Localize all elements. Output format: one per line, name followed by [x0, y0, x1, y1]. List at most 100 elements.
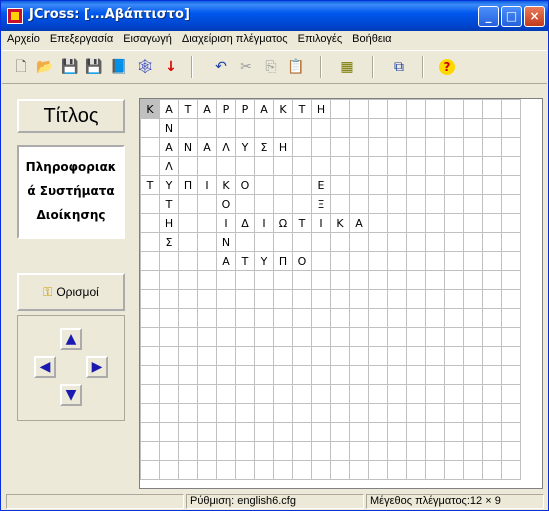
- grid-cell[interactable]: [216, 441, 236, 461]
- grid-cell[interactable]: [178, 308, 198, 328]
- grid-cell[interactable]: [387, 118, 407, 138]
- grid-cell[interactable]: [349, 403, 369, 423]
- grid-cell[interactable]: [463, 422, 483, 442]
- grid-cell[interactable]: [235, 365, 255, 385]
- grid-cell[interactable]: [197, 403, 217, 423]
- grid-cell[interactable]: [330, 156, 350, 176]
- grid-cell[interactable]: Δ: [235, 213, 255, 233]
- grid-cell[interactable]: [178, 327, 198, 347]
- grid-cell[interactable]: [444, 384, 464, 404]
- grid-cell[interactable]: [330, 327, 350, 347]
- grid-cell[interactable]: [273, 403, 293, 423]
- definitions-button[interactable]: ⚿ Ορισμοί: [17, 273, 125, 311]
- grid-cell[interactable]: [140, 232, 160, 252]
- grid-cell[interactable]: [463, 156, 483, 176]
- grid-cell[interactable]: [140, 327, 160, 347]
- grid-cell[interactable]: [292, 156, 312, 176]
- grid-cell[interactable]: [425, 251, 445, 271]
- grid-cell[interactable]: [501, 422, 521, 442]
- grid-cell[interactable]: [140, 460, 160, 480]
- grid-cell[interactable]: [197, 156, 217, 176]
- help-icon[interactable]: ?: [439, 59, 455, 75]
- grid-cell[interactable]: [501, 118, 521, 138]
- grid-cell[interactable]: [463, 384, 483, 404]
- grid-cell[interactable]: [254, 422, 274, 442]
- grid-cell[interactable]: [368, 460, 388, 480]
- grid-cell[interactable]: [292, 270, 312, 290]
- grid-cell[interactable]: [349, 175, 369, 195]
- arrow-left-button[interactable]: ◀: [34, 356, 56, 378]
- grid-cell[interactable]: [235, 422, 255, 442]
- grid-cell[interactable]: [273, 194, 293, 214]
- grid-cell[interactable]: [387, 308, 407, 328]
- grid-cell[interactable]: [444, 346, 464, 366]
- grid-cell[interactable]: [311, 232, 331, 252]
- grid-cell[interactable]: [482, 232, 502, 252]
- grid-cell[interactable]: [330, 289, 350, 309]
- menu-help[interactable]: Βοήθεια: [347, 31, 396, 49]
- title-bar[interactable]: JCross: [...Αβάπτιστο] _ □ ×: [1, 1, 548, 31]
- grid-cell[interactable]: [311, 384, 331, 404]
- grid-cell[interactable]: [444, 403, 464, 423]
- grid-cell[interactable]: [482, 118, 502, 138]
- grid-cell[interactable]: [387, 156, 407, 176]
- grid-cell[interactable]: [292, 327, 312, 347]
- grid-cell[interactable]: Τ: [159, 194, 179, 214]
- grid-cell[interactable]: [444, 441, 464, 461]
- grid-cell[interactable]: [235, 270, 255, 290]
- grid-cell[interactable]: [425, 403, 445, 423]
- grid-cell[interactable]: [349, 384, 369, 404]
- grid-cell[interactable]: [501, 232, 521, 252]
- close-button[interactable]: ×: [524, 6, 545, 27]
- grid-cell[interactable]: [425, 289, 445, 309]
- grid-cell[interactable]: [368, 270, 388, 290]
- grid-cell[interactable]: [159, 270, 179, 290]
- title-button[interactable]: Τίτλος: [17, 99, 125, 133]
- grid-cell[interactable]: [482, 137, 502, 157]
- menu-insert[interactable]: Εισαγωγή: [118, 31, 177, 49]
- grid-cell[interactable]: [368, 403, 388, 423]
- grid-cell[interactable]: [159, 384, 179, 404]
- grid-cell[interactable]: [178, 289, 198, 309]
- grid-cell[interactable]: [235, 441, 255, 461]
- grid-cell[interactable]: Ο: [235, 175, 255, 195]
- grid-cell[interactable]: [482, 460, 502, 480]
- grid-cell[interactable]: [482, 99, 502, 119]
- grid-cell[interactable]: [273, 232, 293, 252]
- grid-cell[interactable]: [406, 441, 426, 461]
- grid-cell[interactable]: [254, 156, 274, 176]
- menu-options[interactable]: Επιλογές: [293, 31, 348, 49]
- grid-cell[interactable]: [273, 441, 293, 461]
- grid-cell[interactable]: [349, 251, 369, 271]
- grid-cell[interactable]: [254, 384, 274, 404]
- grid-cell[interactable]: [292, 118, 312, 138]
- grid-cell[interactable]: Ρ: [216, 99, 236, 119]
- grid-cell[interactable]: [406, 289, 426, 309]
- grid-cell[interactable]: [254, 308, 274, 328]
- grid-cell[interactable]: [406, 384, 426, 404]
- grid-cell[interactable]: [254, 270, 274, 290]
- grid-cell[interactable]: [463, 99, 483, 119]
- grid-cell[interactable]: [368, 118, 388, 138]
- export-icon[interactable]: ⧉: [390, 58, 408, 76]
- grid-cell[interactable]: [349, 156, 369, 176]
- grid-cell[interactable]: [216, 384, 236, 404]
- grid-cell[interactable]: [444, 99, 464, 119]
- grid-cell[interactable]: [406, 460, 426, 480]
- grid-cell[interactable]: [425, 346, 445, 366]
- grid-icon[interactable]: ▦: [338, 58, 356, 76]
- menu-grid-management[interactable]: Διαχείριση πλέγματος: [177, 31, 293, 49]
- grid-cell[interactable]: [425, 232, 445, 252]
- maximize-button[interactable]: □: [501, 6, 522, 27]
- paste-icon[interactable]: 📋: [287, 58, 305, 76]
- grid-cell[interactable]: [463, 327, 483, 347]
- grid-cell[interactable]: [501, 384, 521, 404]
- grid-cell[interactable]: [178, 441, 198, 461]
- grid-cell[interactable]: [292, 194, 312, 214]
- network-icon[interactable]: 🕸: [136, 58, 154, 76]
- grid-cell[interactable]: [349, 99, 369, 119]
- grid-cell[interactable]: [387, 232, 407, 252]
- grid-cell[interactable]: [406, 137, 426, 157]
- grid-cell[interactable]: [254, 175, 274, 195]
- grid-cell[interactable]: [425, 365, 445, 385]
